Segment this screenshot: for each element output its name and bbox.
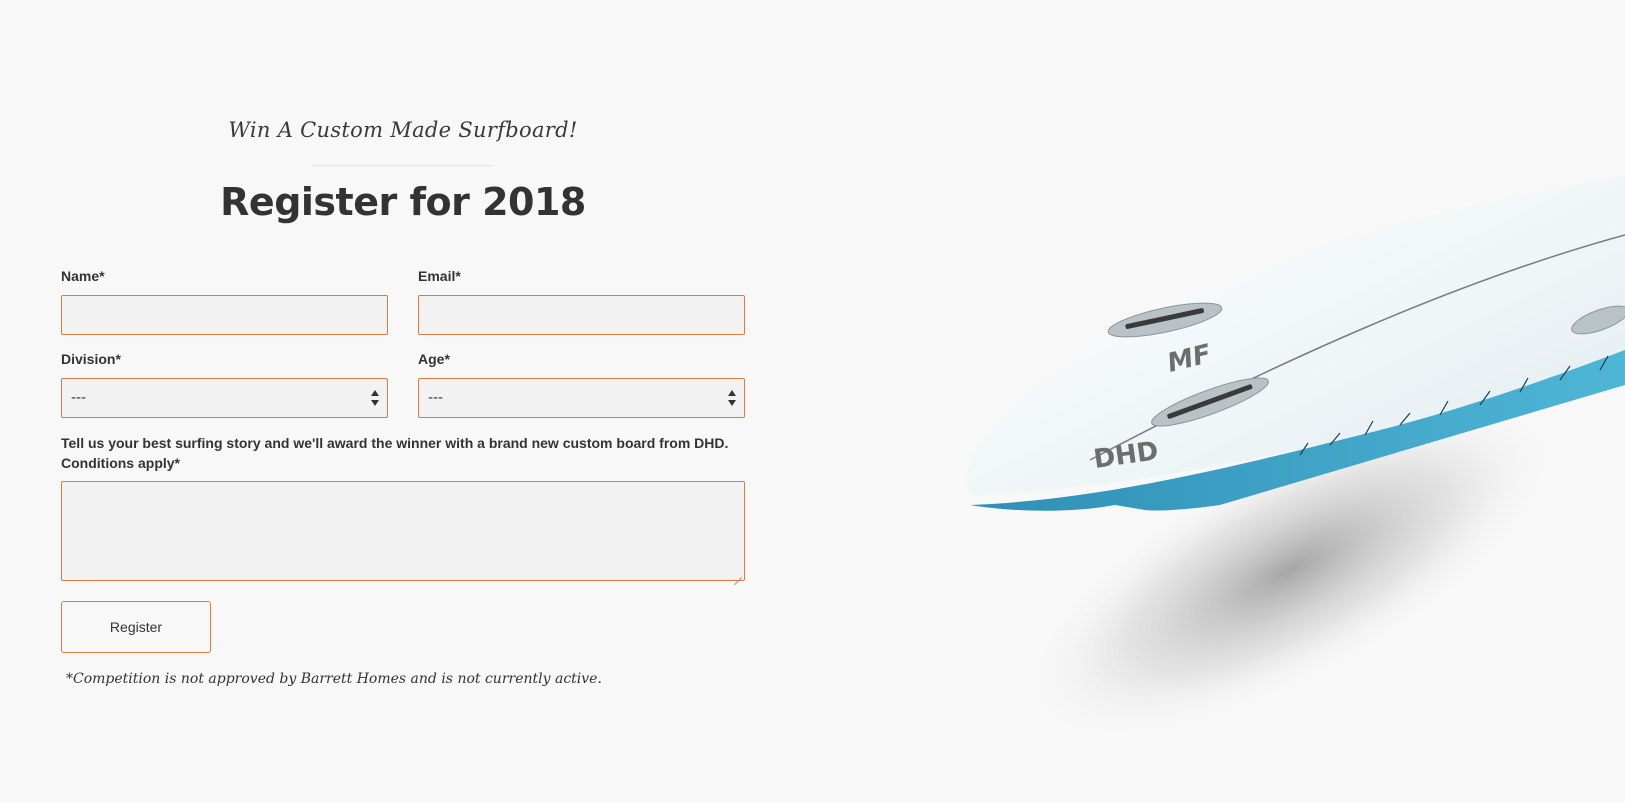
- tagline: Win A Custom Made Surfboard!: [228, 118, 578, 142]
- age-select[interactable]: ---: [418, 378, 745, 418]
- page-title: Register for 2018: [220, 180, 586, 224]
- story-textarea[interactable]: [61, 481, 745, 581]
- age-selected-value: ---: [428, 389, 443, 406]
- division-select[interactable]: ---: [61, 378, 388, 418]
- register-button[interactable]: Register: [61, 601, 211, 653]
- surfboard-image: MF DHD: [960, 160, 1625, 760]
- division-label: Division*: [61, 351, 121, 367]
- resize-handle-icon[interactable]: [734, 570, 742, 578]
- select-arrows-icon: [728, 388, 738, 408]
- story-label-conditions: Conditions apply*: [61, 455, 180, 471]
- division-selected-value: ---: [71, 389, 86, 406]
- disclaimer: *Competition is not approved by Barrett …: [66, 671, 602, 687]
- email-input[interactable]: [418, 295, 745, 335]
- tagline-divider: [312, 165, 494, 166]
- story-label: Tell us your best surfing story and we'l…: [61, 433, 745, 473]
- story-label-line: Tell us your best surfing story and we'l…: [61, 435, 729, 451]
- email-label: Email*: [418, 268, 461, 284]
- age-label: Age*: [418, 351, 450, 367]
- select-arrows-icon: [371, 388, 381, 408]
- name-label: Name*: [61, 268, 105, 284]
- name-input[interactable]: [61, 295, 388, 335]
- surfboard-illustration: MF DHD: [967, 175, 1625, 742]
